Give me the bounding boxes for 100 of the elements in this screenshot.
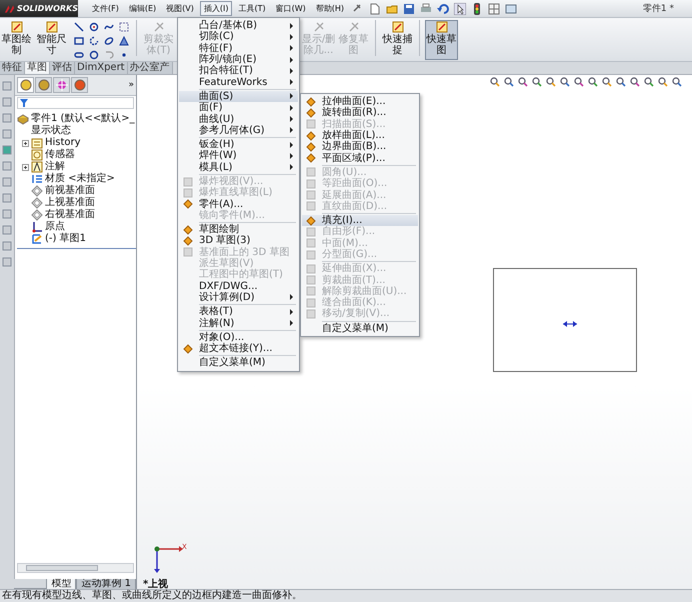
menu-item[interactable]: 旋转曲面(R)... <box>302 107 418 119</box>
panel-tab[interactable] <box>53 77 70 93</box>
view-tool-icon[interactable] <box>574 77 584 87</box>
tree-item[interactable]: History <box>45 137 81 149</box>
circle-icon[interactable] <box>89 50 99 60</box>
menu-item[interactable]: 曲线(U) <box>179 113 298 125</box>
view-tool-icon[interactable] <box>588 77 598 87</box>
arc-icon[interactable] <box>89 36 99 46</box>
menu-item[interactable]: 对象(O)... <box>179 332 298 344</box>
command-tab[interactable]: 办公室产 <box>128 62 173 74</box>
filter-icon <box>20 99 28 107</box>
save-icon[interactable] <box>403 2 416 14</box>
menu-item[interactable]: 特征(F) <box>179 42 298 54</box>
menu-item[interactable]: 草图绘制 <box>179 224 298 236</box>
panel-tab[interactable] <box>35 77 52 93</box>
dashed-square-icon[interactable] <box>119 22 129 32</box>
view-tool-icon[interactable] <box>560 77 570 87</box>
menu-item[interactable]: 自定义菜单(M) <box>179 357 298 369</box>
view-tool-icon[interactable] <box>630 77 640 87</box>
menu-item[interactable]: 扣合特征(T) <box>179 65 298 76</box>
menu-item[interactable]: FeatureWorks <box>179 76 298 88</box>
expand-icon[interactable] <box>22 140 29 146</box>
panel-tab[interactable] <box>17 77 34 93</box>
view-tool-icon[interactable] <box>504 77 514 87</box>
menu-bar-item[interactable]: 窗口(W) <box>272 1 310 16</box>
menu-item[interactable]: 超文本链接(Y)... <box>179 343 298 354</box>
menu-item[interactable]: 焊件(W) <box>179 150 298 162</box>
tree-item[interactable]: (-) 草图1 <box>45 233 86 245</box>
panel-tab[interactable] <box>71 77 88 93</box>
menu-item[interactable]: 自定义菜单(M) <box>302 322 418 334</box>
menu-item[interactable]: 面(F) <box>179 102 298 114</box>
ribbon-button[interactable]: 快速捕 捉 <box>381 20 414 60</box>
triangle-icon[interactable] <box>119 36 129 46</box>
spline-icon[interactable] <box>104 22 114 32</box>
ribbon-button[interactable]: 智能尺 寸 <box>35 20 68 60</box>
menu-bar-item[interactable]: 插入(I) <box>200 1 232 16</box>
menu-item[interactable]: 拉伸曲面(E)... <box>302 96 418 108</box>
grid-icon[interactable] <box>488 2 500 14</box>
menu-item[interactable]: 零件(A)... <box>179 198 298 210</box>
menu-item[interactable]: 凸台/基体(B) <box>179 20 298 32</box>
tree-item[interactable]: 原点 <box>45 221 65 233</box>
folder-icon[interactable] <box>386 2 398 14</box>
menu-bar-item[interactable]: 编辑(E) <box>124 1 160 16</box>
view-tool-icon[interactable] <box>546 77 556 87</box>
line-icon[interactable] <box>74 22 84 32</box>
menu-item[interactable]: 注解(N) <box>179 317 298 329</box>
tree-item[interactable]: 右视基准面 <box>45 209 95 221</box>
new-document-icon[interactable] <box>369 2 382 14</box>
command-tab[interactable]: DimXpert <box>75 62 128 74</box>
menu-item[interactable]: 3D 草图(3) <box>179 235 298 247</box>
command-tab[interactable]: 草图 <box>25 62 50 74</box>
tree-item[interactable]: 上视基准面 <box>45 197 95 209</box>
scroll-thumb[interactable] <box>26 565 98 571</box>
menu-item[interactable]: 填充(I)... <box>302 214 418 226</box>
menu-item[interactable]: 参考几何体(G) <box>179 124 298 136</box>
tree-item[interactable]: 前视基准面 <box>45 185 95 197</box>
tree-item[interactable]: 零件1 (默认<<默认>_显示状态 <box>31 113 136 137</box>
view-tool-icon[interactable] <box>672 77 682 87</box>
menu-item[interactable]: 边界曲面(B)... <box>302 141 418 152</box>
horizontal-scrollbar[interactable] <box>17 563 134 573</box>
cursor-icon[interactable] <box>454 2 466 14</box>
menu-item[interactable]: 设计算例(D) <box>179 292 298 304</box>
menu-item[interactable]: 模具(L) <box>179 162 298 173</box>
menu-item[interactable]: 平面区域(P)... <box>302 152 418 164</box>
printer-icon[interactable] <box>420 2 432 14</box>
view-tool-icon[interactable] <box>616 77 626 87</box>
ribbon-button[interactable]: 快速草 图 <box>425 20 458 60</box>
expand-icon[interactable] <box>22 164 29 170</box>
circle-icon[interactable] <box>89 22 99 32</box>
ellipse-icon[interactable] <box>104 36 114 46</box>
window-icon[interactable] <box>505 2 518 14</box>
view-tool-icon[interactable] <box>644 77 654 87</box>
menu-item[interactable]: 表格(T) <box>179 306 298 318</box>
menu-item[interactable]: 阵列/镜向(E) <box>179 54 298 66</box>
menu-bar-item[interactable]: 帮助(H) <box>312 1 348 16</box>
collapse-button[interactable]: » <box>128 80 134 90</box>
slot-icon[interactable] <box>74 50 84 60</box>
view-tool-icon[interactable] <box>518 77 528 87</box>
menu-item[interactable]: 曲面(S) <box>179 90 298 102</box>
menu-item[interactable]: 切除(C) <box>179 31 298 43</box>
command-tab[interactable]: 特征 <box>0 62 25 74</box>
command-tab[interactable]: 评估 <box>50 62 75 74</box>
tree-item[interactable]: 注解 <box>45 161 65 173</box>
filter-field[interactable] <box>17 97 134 109</box>
tree-item[interactable]: 传感器 <box>45 149 75 161</box>
tree-item[interactable]: 材质 <未指定> <box>45 173 115 185</box>
status-bar-text: 在有现有模型边线、草图、或曲线所定义的边框内建造一曲面修补。 <box>0 589 692 602</box>
menu-item[interactable]: 钣金(H) <box>179 138 298 150</box>
menu-item[interactable]: DXF/DWG... <box>179 280 298 292</box>
view-tool-icon[interactable] <box>490 77 500 87</box>
menu-bar-item[interactable]: 工具(T) <box>234 1 270 16</box>
menu-bar-item[interactable]: 文件(F) <box>88 1 123 16</box>
rectangle-icon[interactable] <box>74 36 84 46</box>
view-tool-icon[interactable] <box>532 77 542 87</box>
menu-item[interactable]: 放样曲面(L)... <box>302 130 418 142</box>
undo-icon[interactable] <box>437 2 450 14</box>
menu-bar-item[interactable]: 视图(V) <box>162 1 198 16</box>
ribbon-button[interactable]: 草图绘 制 <box>0 20 33 60</box>
view-tool-icon[interactable] <box>658 77 668 87</box>
view-tool-icon[interactable] <box>602 77 612 87</box>
